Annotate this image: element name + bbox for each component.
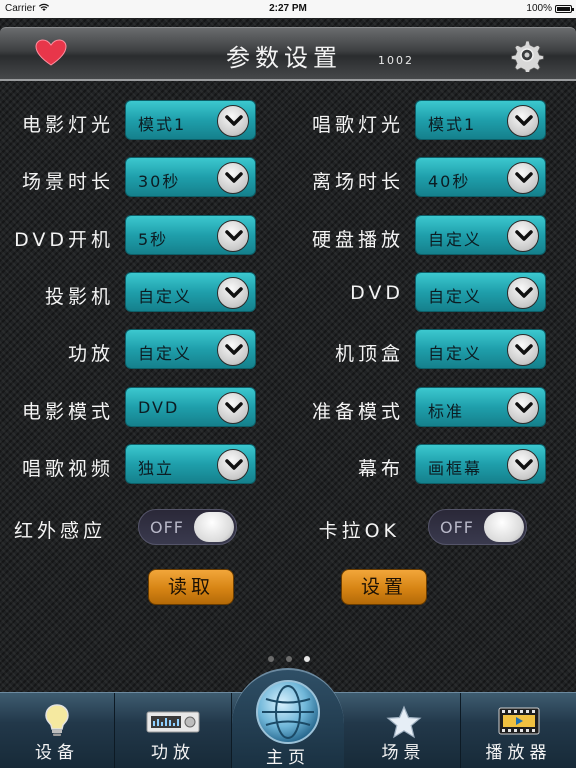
tab-label: 功放 <box>151 743 195 763</box>
chevron-down-icon <box>507 449 539 481</box>
select-value: 40秒 <box>428 172 471 191</box>
status-bar: Carrier 2:27 PM 100% <box>0 0 576 18</box>
dvd-power-on-select[interactable]: 5秒 <box>125 215 256 255</box>
battery-icon <box>555 5 574 13</box>
select-value: 自定义 <box>428 287 483 306</box>
set-button[interactable]: 设置 <box>341 569 427 605</box>
amplifier-icon <box>146 711 200 737</box>
projector-select[interactable]: 自定义 <box>125 272 256 312</box>
toggle-knob <box>194 512 234 542</box>
chevron-down-icon <box>217 392 249 424</box>
chevron-down-icon <box>507 105 539 137</box>
select-value: DVD <box>138 398 180 417</box>
toggle-knob <box>484 512 524 542</box>
select-value: 模式1 <box>138 115 187 134</box>
row-label-karaoke-light: 唱歌灯光 <box>311 114 404 136</box>
movie-mode-select[interactable]: DVD <box>125 387 256 427</box>
chevron-down-icon <box>217 162 249 194</box>
amplifier-select[interactable]: 自定义 <box>125 329 256 369</box>
row-label-amplifier: 功放 <box>67 343 114 365</box>
row-label-movie-mode: 电影模式 <box>21 401 114 423</box>
tab-amplifier[interactable]: 功放 <box>115 693 232 768</box>
screen-select[interactable]: 画框幕 <box>415 444 546 484</box>
select-value: 30秒 <box>138 172 181 191</box>
movie-light-select[interactable]: 模式1 <box>125 100 256 140</box>
tab-label: 播放器 <box>485 743 552 763</box>
tab-player[interactable]: 播放器 <box>461 693 576 768</box>
room-code: 1002 <box>378 54 414 67</box>
exit-duration-select[interactable]: 40秒 <box>415 157 546 197</box>
tab-label: 场景 <box>381 743 426 763</box>
row-label-infrared-sensor: 红外感应 <box>14 520 107 542</box>
select-value: 自定义 <box>138 344 193 363</box>
favorite-heart-icon[interactable] <box>34 38 68 68</box>
select-value: 自定义 <box>428 230 483 249</box>
karaoke-light-select[interactable]: 模式1 <box>415 100 546 140</box>
battery-percent: 100% <box>526 3 552 14</box>
row-label-set-top-box: 机顶盒 <box>334 343 404 365</box>
infrared-sensor-toggle[interactable]: OFF <box>138 509 237 545</box>
toggle-state: OFF <box>150 518 184 537</box>
row-label-hdd-playback: 硬盘播放 <box>311 229 404 251</box>
chevron-down-icon <box>507 220 539 252</box>
page-dot[interactable] <box>268 656 274 662</box>
set-top-box-select[interactable]: 自定义 <box>415 329 546 369</box>
row-label-exit-duration: 离场时长 <box>311 171 404 193</box>
karaoke-video-select[interactable]: 独立 <box>125 444 256 484</box>
select-value: 5秒 <box>138 230 169 249</box>
film-icon <box>498 707 540 739</box>
select-value: 自定义 <box>428 344 483 363</box>
row-label-karaoke-ok: 卡拉OK <box>318 520 400 542</box>
select-value: 独立 <box>138 459 175 478</box>
header-bar: 参数设置 1002 <box>0 27 576 81</box>
select-value: 模式1 <box>428 115 477 134</box>
row-label-scene-duration: 场景时长 <box>21 171 114 193</box>
chevron-down-icon <box>217 105 249 137</box>
select-value: 标准 <box>428 402 465 421</box>
karaoke-ok-toggle[interactable]: OFF <box>428 509 527 545</box>
scene-duration-select[interactable]: 30秒 <box>125 157 256 197</box>
row-label-movie-light: 电影灯光 <box>21 114 114 136</box>
tab-devices[interactable]: 设备 <box>0 693 115 768</box>
tab-label: 设备 <box>35 743 79 763</box>
lightbulb-icon <box>43 703 71 741</box>
page-dot[interactable] <box>286 656 292 662</box>
row-label-projector: 投影机 <box>44 286 114 308</box>
globe-icon[interactable] <box>256 680 320 744</box>
chevron-down-icon <box>217 449 249 481</box>
row-label-dvd-power-on: DVD开机 <box>14 229 114 251</box>
chevron-down-icon <box>507 162 539 194</box>
home-tab-label: 主页 <box>266 748 310 768</box>
clock: 2:27 PM <box>269 3 307 14</box>
select-value: 画框幕 <box>428 459 483 478</box>
row-label-screen: 幕布 <box>357 458 404 480</box>
ready-mode-select[interactable]: 标准 <box>415 387 546 427</box>
toggle-state: OFF <box>440 518 474 537</box>
chevron-down-icon <box>217 220 249 252</box>
tab-scene[interactable]: 场景 <box>347 693 461 768</box>
chevron-down-icon <box>217 334 249 366</box>
page-title: 参数设置 <box>226 44 342 72</box>
gear-icon[interactable] <box>508 38 544 75</box>
read-button[interactable]: 读取 <box>148 569 234 605</box>
chevron-down-icon <box>507 277 539 309</box>
dvd-select[interactable]: 自定义 <box>415 272 546 312</box>
row-label-dvd: DVD <box>350 282 404 304</box>
chevron-down-icon <box>507 334 539 366</box>
row-label-ready-mode: 准备模式 <box>311 401 404 423</box>
chevron-down-icon <box>507 392 539 424</box>
page-dot-active[interactable] <box>304 656 310 662</box>
row-label-karaoke-video: 唱歌视频 <box>21 458 114 480</box>
chevron-down-icon <box>217 277 249 309</box>
select-value: 自定义 <box>138 287 193 306</box>
hdd-playback-select[interactable]: 自定义 <box>415 215 546 255</box>
